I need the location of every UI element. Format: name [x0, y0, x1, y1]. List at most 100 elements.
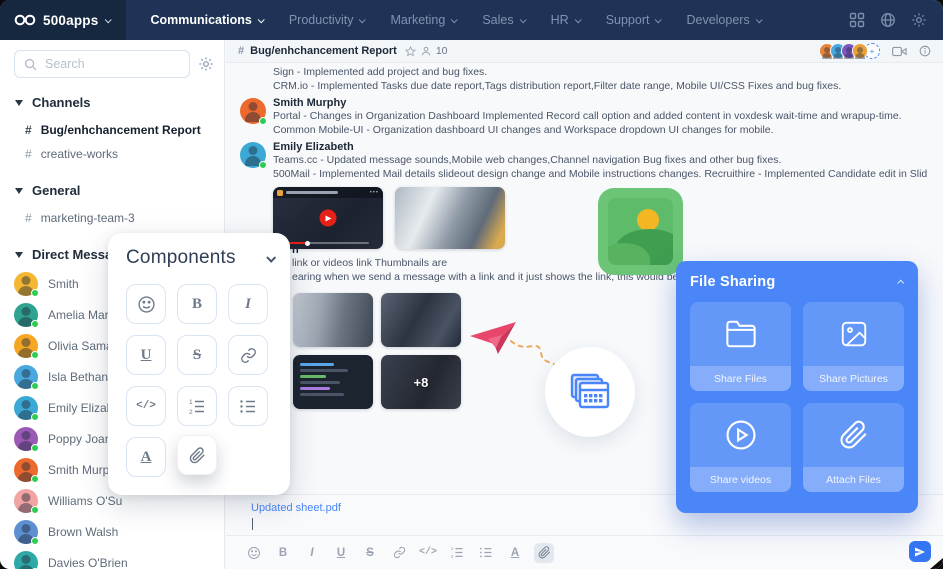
underline-button[interactable]: U	[126, 335, 166, 375]
text-color-icon[interactable]: A	[505, 543, 525, 563]
navbar-actions	[849, 12, 943, 28]
search-input[interactable]	[45, 57, 180, 71]
folder-icon	[690, 302, 791, 366]
globe-icon[interactable]	[880, 12, 896, 28]
members-icon[interactable]	[421, 46, 431, 56]
channel-item-bug-report[interactable]: # Bug/enhchancement Report	[0, 118, 224, 142]
general-section-header[interactable]: General	[0, 183, 224, 198]
bold-icon[interactable]: B	[273, 543, 293, 563]
play-button-icon[interactable]	[320, 210, 337, 227]
chevron-down-icon	[519, 16, 526, 23]
strikethrough-button[interactable]: S	[177, 335, 217, 375]
link-button[interactable]	[228, 335, 268, 375]
nav-item-sales[interactable]: Sales	[482, 13, 524, 27]
chevron-down-icon[interactable]	[266, 252, 276, 262]
dm-user-name: Isla Bethany	[48, 370, 114, 384]
share-files-tile[interactable]: Share Files	[690, 302, 791, 391]
bold-button[interactable]: B	[177, 284, 217, 324]
bullet-list-button[interactable]	[228, 386, 268, 426]
apps-grid-icon[interactable]	[849, 12, 865, 28]
image-attachment[interactable]	[293, 293, 373, 347]
message-author[interactable]: Smith Murphy	[273, 96, 902, 110]
chevron-down-icon	[359, 16, 366, 23]
calendar-stack-illustration	[545, 347, 635, 437]
message-author[interactable]: Emily Elizabeth	[273, 140, 927, 154]
avatar	[14, 458, 38, 482]
italic-button[interactable]: I	[228, 284, 268, 324]
play-circle-icon	[690, 403, 791, 467]
image-attachment[interactable]	[395, 187, 505, 249]
share-videos-tile[interactable]: Share videos	[690, 403, 791, 492]
chevron-down-icon	[105, 16, 112, 23]
file-sharing-panel: File Sharing Share Files	[676, 261, 918, 513]
chevron-down-icon	[655, 16, 662, 23]
message-line: 500Mail - Implemented Mail details slide…	[273, 168, 927, 182]
nav-item-hr[interactable]: HR	[551, 13, 580, 27]
attach-button[interactable]	[177, 435, 217, 475]
avatar	[14, 365, 38, 389]
hash-icon: #	[25, 123, 32, 137]
chevron-down-icon	[258, 16, 265, 23]
hash-icon: #	[25, 211, 32, 225]
message: Sign - Implemented add project and bug f…	[273, 66, 927, 93]
tile-label: Share Files	[690, 366, 791, 391]
dm-user-brown[interactable]: Brown Walsh	[0, 516, 224, 547]
workspace-switcher[interactable]: 500apps	[0, 0, 126, 40]
picture-illustration	[598, 188, 683, 275]
text-color-button[interactable]: A	[126, 437, 166, 477]
attach-file-icon[interactable]	[534, 543, 554, 563]
attached-file-link[interactable]: Updated sheet.pdf	[251, 502, 341, 514]
sidebar-settings-gear-icon[interactable]	[198, 56, 214, 72]
channel-item-marketing-team-3[interactable]: # marketing-team-3	[0, 206, 224, 230]
nav-item-communications[interactable]: Communications	[150, 13, 262, 27]
hash-icon: #	[25, 147, 32, 161]
nav-item-marketing[interactable]: Marketing	[390, 13, 456, 27]
ordered-list-button[interactable]: 1 2	[177, 386, 217, 426]
emoji-icon[interactable]	[244, 543, 264, 563]
emoji-button[interactable]	[126, 284, 166, 324]
online-status-dot	[31, 475, 39, 483]
send-button[interactable]	[909, 541, 931, 562]
info-icon[interactable]	[919, 45, 931, 57]
tile-label: Share videos	[690, 467, 791, 492]
video-call-icon[interactable]	[892, 46, 907, 57]
star-icon[interactable]	[405, 46, 416, 57]
text-cursor	[252, 518, 253, 530]
components-popup-title: Components	[126, 247, 236, 269]
message-line: CRM.io - Implemented Tasks due date repo…	[273, 80, 927, 94]
video-attachment[interactable]: •••	[273, 187, 383, 249]
sun-shape	[637, 209, 659, 231]
link-icon[interactable]	[389, 543, 409, 563]
nav-item-support[interactable]: Support	[606, 13, 661, 27]
italic-icon[interactable]: I	[302, 543, 322, 563]
message: Emily Elizabeth Teams.cc - Updated messa…	[240, 140, 927, 181]
chevron-up-icon[interactable]	[897, 279, 904, 286]
bullet-list-icon[interactable]	[476, 543, 496, 563]
channels-section-header[interactable]: Channels	[0, 95, 224, 110]
hash-icon: #	[238, 45, 244, 57]
dm-user-name: Smith Murph	[48, 463, 116, 477]
settings-gear-icon[interactable]	[911, 12, 927, 28]
image-attachment[interactable]	[381, 293, 461, 347]
nav-item-developers[interactable]: Developers	[686, 13, 760, 27]
ordered-list-icon[interactable]: 1 2	[447, 543, 467, 563]
code-button[interactable]: </>	[126, 386, 166, 426]
code-icon[interactable]: </>	[418, 543, 438, 563]
strikethrough-icon[interactable]: S	[360, 543, 380, 563]
nav-item-productivity[interactable]: Productivity	[289, 13, 365, 27]
file-sharing-title: File Sharing	[690, 274, 775, 290]
underline-icon[interactable]: U	[331, 543, 351, 563]
image-attachment-more[interactable]: +8	[381, 355, 461, 409]
logo-text: 500apps	[43, 13, 98, 28]
collapse-triangle-icon	[15, 188, 23, 194]
avatar	[14, 489, 38, 513]
share-pictures-tile[interactable]: Share Pictures	[803, 302, 904, 391]
collapse-triangle-icon	[15, 252, 23, 258]
attach-files-tile[interactable]: Attach Files	[803, 403, 904, 492]
search-box[interactable]	[14, 50, 190, 78]
channel-name: creative-works	[41, 147, 118, 161]
channel-item-creative-works[interactable]: # creative-works	[0, 142, 224, 166]
video-title-bar: •••	[273, 187, 383, 198]
image-attachment[interactable]	[293, 355, 373, 409]
dm-user-davies[interactable]: Davies O'Brien	[0, 547, 224, 569]
